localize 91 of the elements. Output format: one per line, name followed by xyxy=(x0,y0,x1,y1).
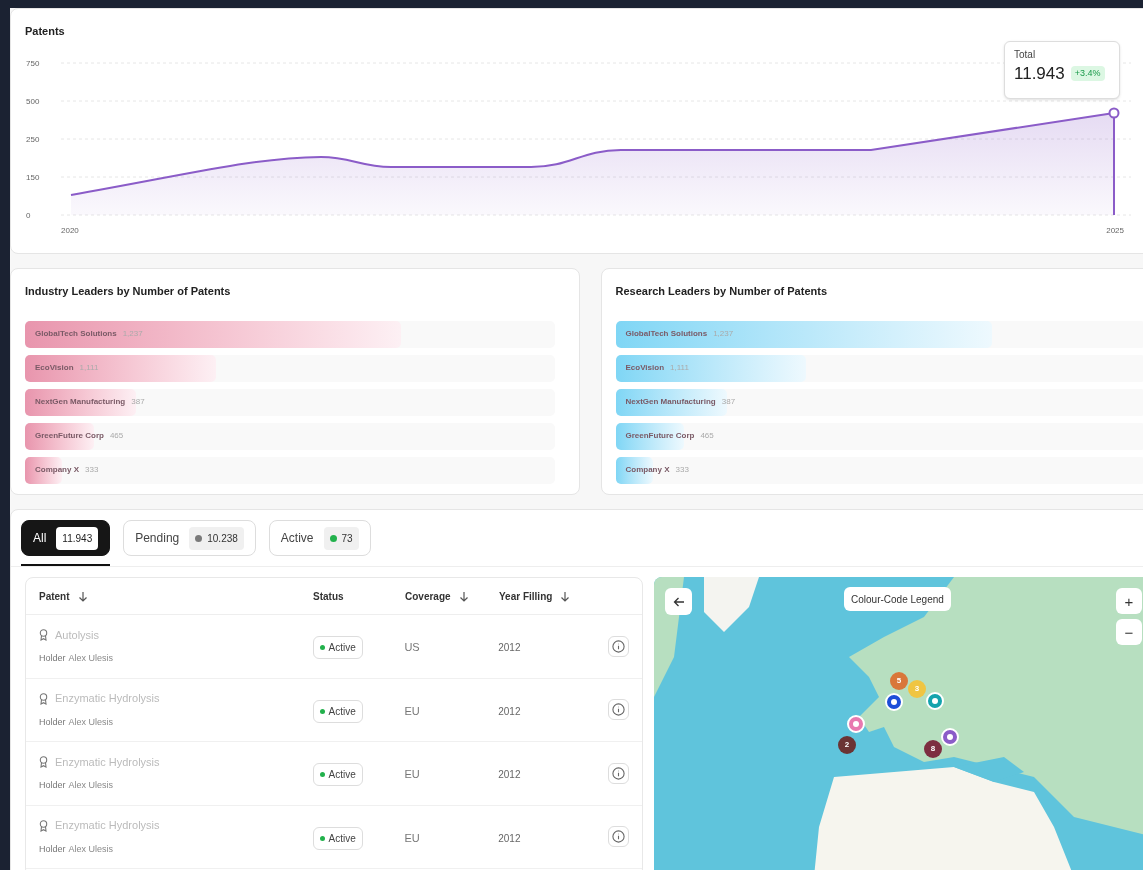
column-header: Coverage xyxy=(405,589,451,604)
table-row[interactable]: Enzymatic Hydrolysis Holder Alex Ulesis Active EU 2012 xyxy=(26,805,642,869)
x-tick-label: 2025 xyxy=(1106,225,1124,235)
y-tick-label: 500 xyxy=(26,96,40,106)
back-button[interactable] xyxy=(665,588,692,615)
bar-label: GlobalTech Solutions xyxy=(35,328,117,340)
zoom-out-button[interactable]: − xyxy=(1116,619,1142,645)
info-button[interactable] xyxy=(608,762,629,784)
column-header: Status xyxy=(313,589,344,604)
filter-tab[interactable]: Pending 10.238 xyxy=(123,520,256,556)
coverage-cell: EU xyxy=(404,831,420,844)
count-badge: 73 xyxy=(323,526,359,550)
bar-value: 333 xyxy=(85,464,99,476)
bar-label: GreenFuture Corp xyxy=(625,430,695,442)
bar-value: 465 xyxy=(109,430,124,442)
holder-label: Holder xyxy=(39,842,66,856)
holder-label: Holder xyxy=(39,715,66,729)
bar-value: 1,237 xyxy=(713,328,734,340)
info-icon xyxy=(612,703,625,717)
patent-name: Enzymatic Hydrolysis xyxy=(55,818,160,834)
tooltip-value: 11.943 xyxy=(1014,65,1065,82)
sort-down-icon[interactable] xyxy=(458,590,469,602)
count-badge: 10.238 xyxy=(189,526,244,550)
holder-label: Holder xyxy=(39,652,66,666)
table-row[interactable]: Autolysis Holder Alex Ulesis Active US 2012 xyxy=(26,615,642,679)
card-title: Industry Leaders by Number of Patents xyxy=(25,284,232,299)
tooltip-label: Total xyxy=(1014,50,1037,60)
coverage-cell: EU xyxy=(404,768,420,781)
year-cell: 2012 xyxy=(498,769,521,781)
bar-value: 1,111 xyxy=(79,362,99,374)
award-icon xyxy=(39,692,48,705)
x-tick-label: 2020 xyxy=(61,225,79,235)
sort-down-icon[interactable] xyxy=(560,590,571,602)
y-tick-label: 750 xyxy=(26,58,40,68)
status-badge: Active xyxy=(312,636,363,660)
patent-name: Autolysis xyxy=(55,627,100,643)
patent-name: Enzymatic Hydrolysis xyxy=(55,754,160,770)
legend-button[interactable]: Colour-Code Legend xyxy=(844,587,951,611)
info-icon xyxy=(612,766,625,780)
arrow-left-icon xyxy=(672,595,685,608)
chart-title: Patents xyxy=(24,24,66,39)
bar-value: 465 xyxy=(700,430,714,442)
coverage-cell: EU xyxy=(404,704,420,717)
bar-label: Company X xyxy=(625,464,670,476)
holder-label: Holder xyxy=(39,779,66,793)
info-button[interactable] xyxy=(608,699,629,721)
bar-label: NextGen Manufacturing xyxy=(35,396,126,408)
bar-value: 1,111 xyxy=(670,362,689,374)
holder-name: Alex Ulesis xyxy=(68,779,114,793)
patent-name: Enzymatic Hydrolysis xyxy=(55,691,160,707)
info-button[interactable] xyxy=(608,635,629,657)
filter-tab[interactable]: Active 73 xyxy=(268,520,371,556)
count-badge: 11.943 xyxy=(56,526,99,550)
status-badge: Active xyxy=(312,763,363,787)
info-button[interactable] xyxy=(608,826,629,848)
status-badge: Active xyxy=(312,826,363,850)
award-icon xyxy=(39,629,48,641)
filter-tab[interactable]: All 11.943 xyxy=(21,520,111,556)
sort-down-icon[interactable] xyxy=(77,590,88,602)
bar-label: GreenFuture Corp xyxy=(35,430,104,442)
y-tick-label: 250 xyxy=(26,134,40,144)
column-header: Patent xyxy=(39,589,70,604)
bar-value: 387 xyxy=(131,396,145,408)
status-badge: Active xyxy=(312,699,363,723)
bar-label: Company X xyxy=(35,464,79,476)
bar-label: NextGen Manufacturing xyxy=(625,396,716,408)
holder-name: Alex Ulesis xyxy=(68,715,114,729)
year-cell: 2012 xyxy=(498,642,521,654)
info-icon xyxy=(612,639,625,653)
bar-value: 1,237 xyxy=(122,328,143,340)
column-header: Year Filling xyxy=(499,589,553,604)
bar-label: EcoVision xyxy=(35,362,74,374)
y-tick-label: 0 xyxy=(26,210,31,220)
award-icon xyxy=(39,756,48,768)
holder-name: Alex Ulesis xyxy=(68,842,114,856)
info-icon xyxy=(612,830,625,844)
bar-label: EcoVision xyxy=(625,362,665,374)
award-icon xyxy=(39,819,48,832)
zoom-in-button[interactable]: + xyxy=(1116,588,1142,614)
year-cell: 2012 xyxy=(498,832,521,844)
year-cell: 2012 xyxy=(498,705,521,717)
card-title: Research Leaders by Number of Patents xyxy=(615,284,829,299)
change-badge: +3.4% xyxy=(1070,66,1105,81)
table-row[interactable]: Enzymatic Hydrolysis Holder Alex Ulesis Active EU 2012 xyxy=(26,742,642,806)
y-tick-label: 150 xyxy=(26,172,40,182)
table-row[interactable]: Enzymatic Hydrolysis Holder Alex Ulesis Active EU 2012 xyxy=(26,678,642,742)
holder-name: Alex Ulesis xyxy=(68,652,114,666)
coverage-cell: US xyxy=(404,641,420,654)
bar-value: 387 xyxy=(721,396,736,408)
bar-value: 333 xyxy=(675,464,689,476)
bar-label: GlobalTech Solutions xyxy=(625,328,708,340)
